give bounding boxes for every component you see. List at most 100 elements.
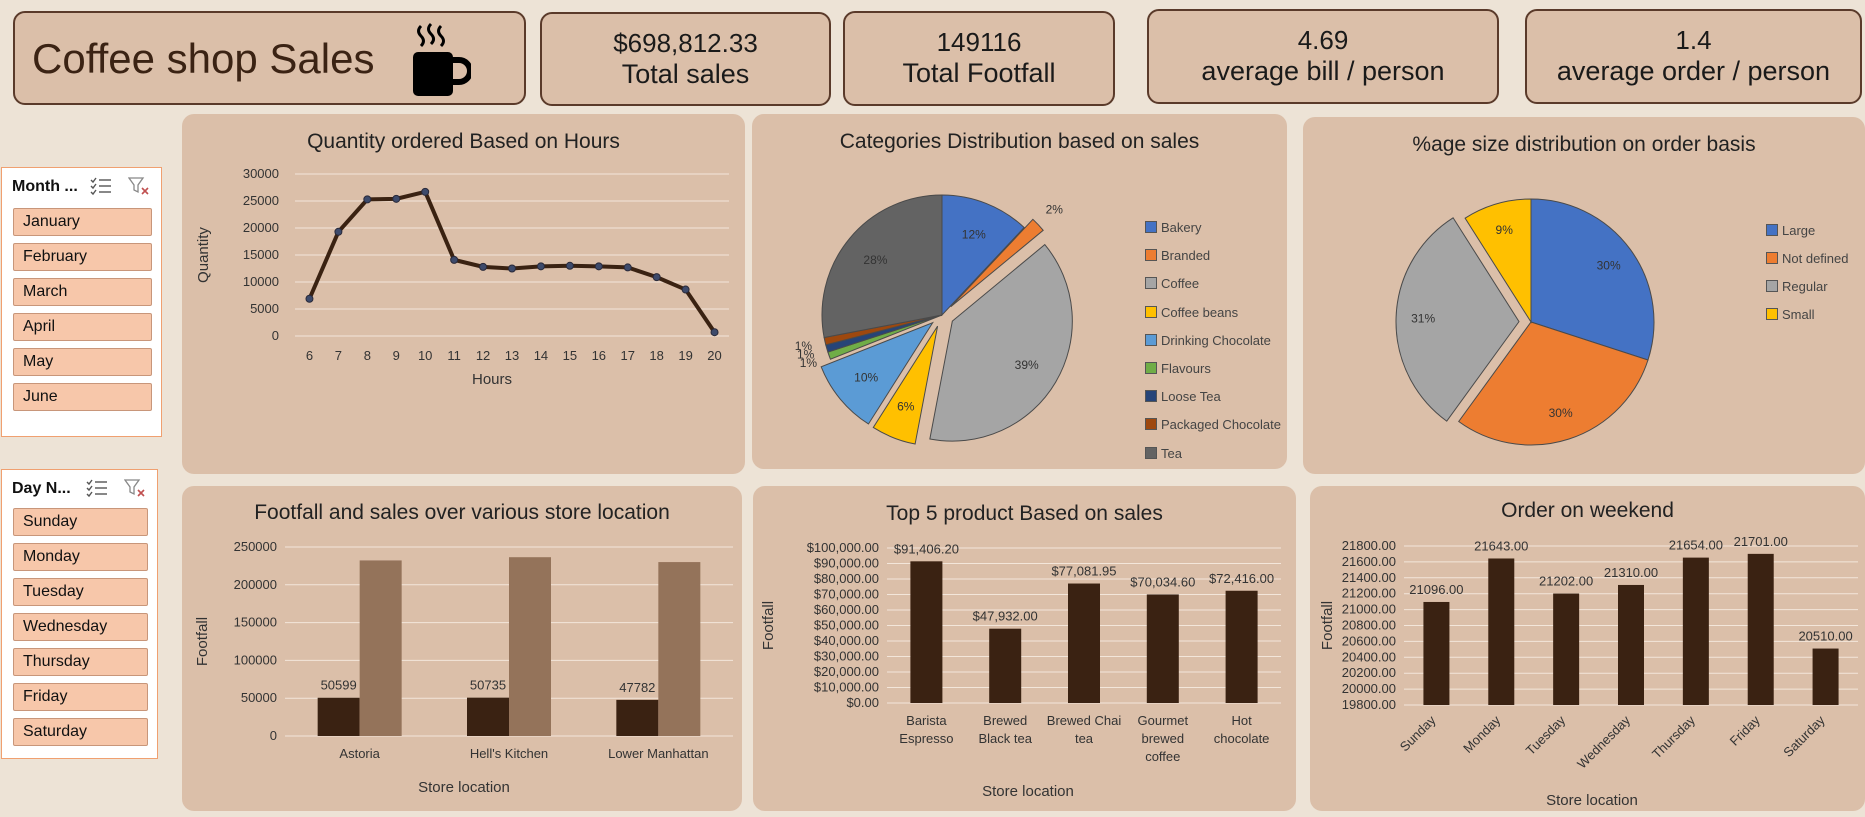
- data-point: [363, 195, 372, 204]
- bar: [1146, 594, 1179, 703]
- bar: [1618, 584, 1644, 705]
- data-label: 9%: [1496, 223, 1514, 237]
- series-line: [307, 189, 717, 334]
- bar: [1225, 590, 1258, 703]
- data-point: [710, 328, 719, 337]
- y-tick-label: 0: [270, 728, 277, 743]
- bar: [616, 699, 659, 736]
- data-label: 12%: [962, 228, 986, 242]
- slicer-item-february[interactable]: February: [13, 243, 152, 271]
- bar: [1488, 558, 1515, 705]
- y-tick-label: $10,000.00: [814, 680, 879, 695]
- data-point: [565, 261, 574, 270]
- y-tick-label: 20000.00: [1342, 681, 1396, 696]
- data-label: $77,081.95: [1051, 564, 1116, 579]
- data-label: 30%: [1597, 259, 1621, 273]
- legend-swatch: [1766, 252, 1778, 264]
- slicer-item-march[interactable]: March: [13, 278, 152, 306]
- x-tick-label: 13: [505, 348, 519, 363]
- slicer-item-may[interactable]: May: [13, 348, 152, 376]
- legend-item: Branded: [1145, 248, 1210, 263]
- bar: [1553, 593, 1580, 705]
- legend-item: Tea: [1145, 446, 1182, 461]
- legend-item: Bakery: [1145, 220, 1201, 235]
- x-tick-label: Barista: [906, 713, 947, 728]
- data-label: $72,416.00: [1209, 571, 1274, 586]
- month-slicer[interactable]: Month ... January February March April M…: [1, 167, 162, 437]
- y-axis-label: Footfall: [1319, 601, 1336, 650]
- slicer-item-tuesday[interactable]: Tuesday: [13, 578, 148, 606]
- legend-label: Coffee: [1161, 276, 1200, 292]
- stores-bar-chart: 0 50000 100000 150000 200000 250000 50599 Astor…: [194, 539, 733, 796]
- bar: [359, 560, 402, 736]
- legend-item: Drinking Chocolate: [1145, 333, 1271, 348]
- bar: [658, 562, 701, 736]
- legend-swatch: [1766, 224, 1778, 236]
- sizes-chart-panel: %age size distribution on order basis 30…: [1303, 117, 1865, 474]
- x-tick-label: Wednesday: [1574, 712, 1633, 771]
- x-tick-label: Monday: [1460, 712, 1504, 756]
- y-tick-label: 10000: [243, 274, 279, 289]
- y-tick-label: 250000: [234, 539, 277, 554]
- slicer-item-thursday[interactable]: Thursday: [13, 648, 148, 676]
- clear-filter-icon[interactable]: [124, 478, 146, 498]
- y-tick-label: $30,000.00: [814, 649, 879, 664]
- weekend-bar-chart: 19800.0020000.0020200.0020400.0020600.00…: [1319, 534, 1858, 809]
- y-tick-label: 21200.00: [1342, 586, 1396, 601]
- x-tick-label: 16: [592, 348, 606, 363]
- y-tick-label: 200000: [234, 577, 277, 592]
- bar: [989, 628, 1022, 703]
- y-tick-label: $40,000.00: [814, 633, 879, 648]
- x-tick-label: Hot: [1231, 713, 1252, 728]
- y-tick-label: 20800.00: [1342, 618, 1396, 633]
- sizes-pie-chart: 30% 30% 31% 9%: [1395, 198, 1655, 446]
- data-label: $91,406.20: [894, 541, 959, 556]
- categories-pie-chart: 12%2%39%6%10%1%1%1%28%: [795, 194, 1073, 445]
- slicer-item-saturday[interactable]: Saturday: [13, 718, 148, 746]
- legend-label: Coffee beans: [1161, 304, 1239, 320]
- day-slicer[interactable]: Day N... Sunday Monday Tuesday Wednesday…: [1, 469, 158, 759]
- data-label: 30%: [1549, 406, 1573, 420]
- products-bar-chart: $0.00$10,000.00$20,000.00$30,000.00$40,0…: [760, 540, 1281, 800]
- bar: [1068, 583, 1100, 703]
- data-label: $70,034.60: [1130, 574, 1195, 589]
- x-tick-label: 15: [563, 348, 577, 363]
- slicer-item-january[interactable]: January: [13, 208, 152, 236]
- data-point: [536, 262, 545, 271]
- data-point: [334, 227, 343, 236]
- kpi-total-footfall: 149116 Total Footfall: [843, 11, 1115, 106]
- slicer-item-monday[interactable]: Monday: [13, 543, 148, 571]
- slicer-item-wednesday[interactable]: Wednesday: [13, 613, 148, 641]
- legend-item: Not defined: [1766, 251, 1849, 266]
- dashboard-title: Coffee shop Sales: [32, 35, 375, 82]
- legend-swatch: [1145, 221, 1157, 233]
- data-label: 21202.00: [1539, 574, 1593, 589]
- legend-label: Small: [1782, 307, 1815, 322]
- data-label: 20510.00: [1798, 629, 1852, 644]
- data-point: [623, 263, 632, 272]
- multi-select-icon[interactable]: [86, 478, 108, 498]
- x-tick-label: brewed: [1141, 731, 1184, 746]
- dashboard-title-card: Coffee shop Sales: [13, 11, 526, 105]
- data-label: 1%: [795, 339, 813, 353]
- y-tick-label: 20000: [243, 220, 279, 235]
- legend-label: Branded: [1161, 248, 1211, 264]
- slicer-item-friday[interactable]: Friday: [13, 683, 148, 711]
- legend-item: Packaged Chocolate: [1145, 417, 1281, 432]
- x-tick-label: 10: [418, 348, 432, 363]
- legend-swatch: [1145, 418, 1157, 431]
- kpi-value: $698,812.33: [613, 28, 758, 58]
- slicer-item-april[interactable]: April: [13, 313, 152, 341]
- data-label: 39%: [1015, 358, 1039, 372]
- kpi-average-order: 1.4 average order / person: [1525, 9, 1862, 104]
- slicer-item-june[interactable]: June: [13, 383, 152, 411]
- hours-line-chart: 0 5000 10000 15000 20000 25000 30000 6 7 8 9 10 11 12…: [195, 166, 729, 388]
- x-tick-label: Black tea: [978, 731, 1032, 746]
- multi-select-icon[interactable]: [90, 176, 112, 196]
- data-label: 2%: [1046, 203, 1064, 217]
- slicer-item-sunday[interactable]: Sunday: [13, 508, 148, 536]
- data-label: 21643.00: [1474, 538, 1528, 553]
- legend-item: Regular: [1766, 279, 1828, 294]
- clear-filter-icon[interactable]: [128, 176, 150, 196]
- y-tick-label: $70,000.00: [814, 587, 879, 602]
